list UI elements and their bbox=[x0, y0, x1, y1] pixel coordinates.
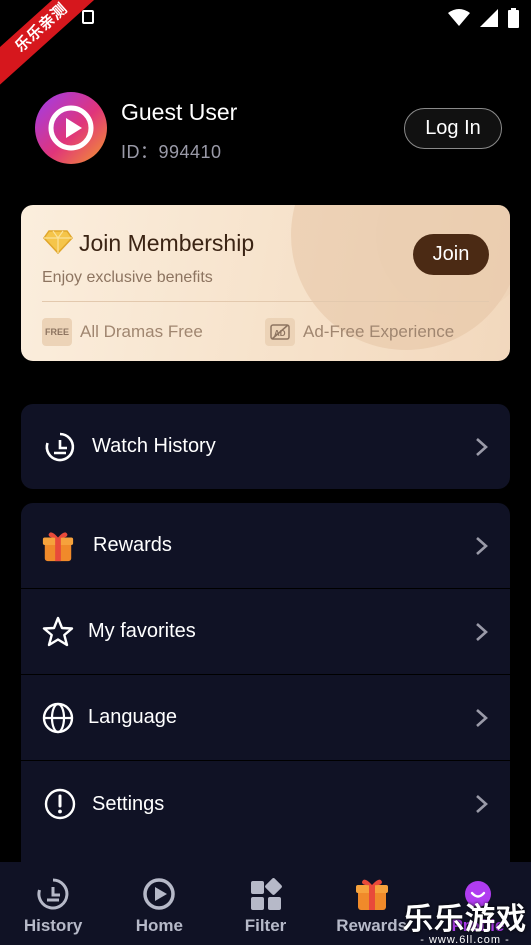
watermark-url: - www.6ll.com - bbox=[420, 934, 510, 945]
membership-subtitle: Enjoy exclusive benefits bbox=[42, 269, 213, 286]
nav-filter[interactable]: Filter bbox=[212, 862, 318, 945]
history-icon bbox=[35, 876, 71, 912]
avatar[interactable] bbox=[35, 92, 107, 164]
menu-label: My favorites bbox=[88, 620, 196, 642]
nav-label: History bbox=[23, 916, 83, 935]
menu-item-language[interactable]: Language bbox=[21, 675, 510, 761]
benefit-label: All Dramas Free bbox=[80, 322, 203, 341]
gift-icon bbox=[354, 876, 390, 912]
chevron-right-icon bbox=[476, 708, 488, 727]
nav-label: Filter bbox=[244, 916, 287, 935]
menu-item-favorites[interactable]: My favorites bbox=[21, 589, 510, 675]
globe-icon bbox=[41, 701, 75, 735]
join-button[interactable]: Join bbox=[413, 234, 489, 275]
wifi-icon bbox=[448, 9, 470, 26]
sim-card-icon bbox=[82, 10, 94, 24]
menu-item-watch-history[interactable]: Watch History bbox=[21, 404, 510, 489]
membership-divider bbox=[42, 301, 489, 302]
chevron-right-icon bbox=[476, 536, 488, 555]
play-icon bbox=[141, 876, 177, 912]
benefit-ad-free: AD Ad-Free Experience bbox=[265, 318, 454, 346]
free-icon: FREE bbox=[42, 318, 72, 346]
benefit-label: Ad-Free Experience bbox=[303, 322, 455, 341]
membership-title: Join Membership bbox=[79, 230, 255, 256]
menu-item-settings[interactable]: Settings bbox=[21, 761, 510, 847]
history-icon bbox=[43, 430, 77, 464]
nav-label: Home bbox=[135, 916, 183, 935]
watch-history-card: Watch History bbox=[21, 404, 510, 489]
menu-label: Watch History bbox=[92, 435, 216, 457]
menu-item-rewards[interactable]: Rewards bbox=[21, 503, 510, 589]
nav-home[interactable]: Home bbox=[106, 862, 212, 945]
watermark-title: 乐乐游戏 bbox=[403, 903, 527, 936]
membership-card[interactable]: Join Membership Enjoy exclusive benefits… bbox=[21, 205, 510, 361]
user-id: ID：994410 bbox=[121, 142, 222, 162]
star-icon bbox=[41, 615, 75, 649]
main-menu-card: Rewards My favorites Language Settings bbox=[21, 503, 510, 883]
chevron-right-icon bbox=[476, 795, 488, 813]
benefit-all-dramas-free: FREE All Dramas Free bbox=[42, 318, 203, 346]
grid-icon bbox=[248, 876, 284, 912]
nav-label: Rewards bbox=[336, 916, 408, 935]
diamond-icon bbox=[43, 230, 73, 255]
status-icons bbox=[448, 8, 519, 28]
chevron-right-icon bbox=[476, 437, 488, 456]
app-logo-icon bbox=[48, 105, 94, 151]
gift-icon bbox=[41, 529, 75, 563]
signal-icon bbox=[480, 9, 498, 27]
chevron-right-icon bbox=[476, 622, 488, 641]
username: Guest User bbox=[121, 99, 238, 125]
nav-history[interactable]: History bbox=[0, 862, 106, 945]
status-bar: 乐乐亲测 bbox=[0, 0, 531, 86]
login-button[interactable]: Log In bbox=[404, 108, 502, 149]
menu-label: Settings bbox=[92, 792, 165, 815]
no-ads-icon: AD bbox=[265, 318, 295, 346]
menu-label: Rewards bbox=[93, 534, 172, 556]
battery-icon bbox=[508, 8, 519, 28]
watermark: 乐乐游戏 - www.6ll.com - bbox=[403, 894, 527, 945]
info-icon bbox=[43, 787, 77, 821]
menu-label: Language bbox=[88, 706, 177, 728]
